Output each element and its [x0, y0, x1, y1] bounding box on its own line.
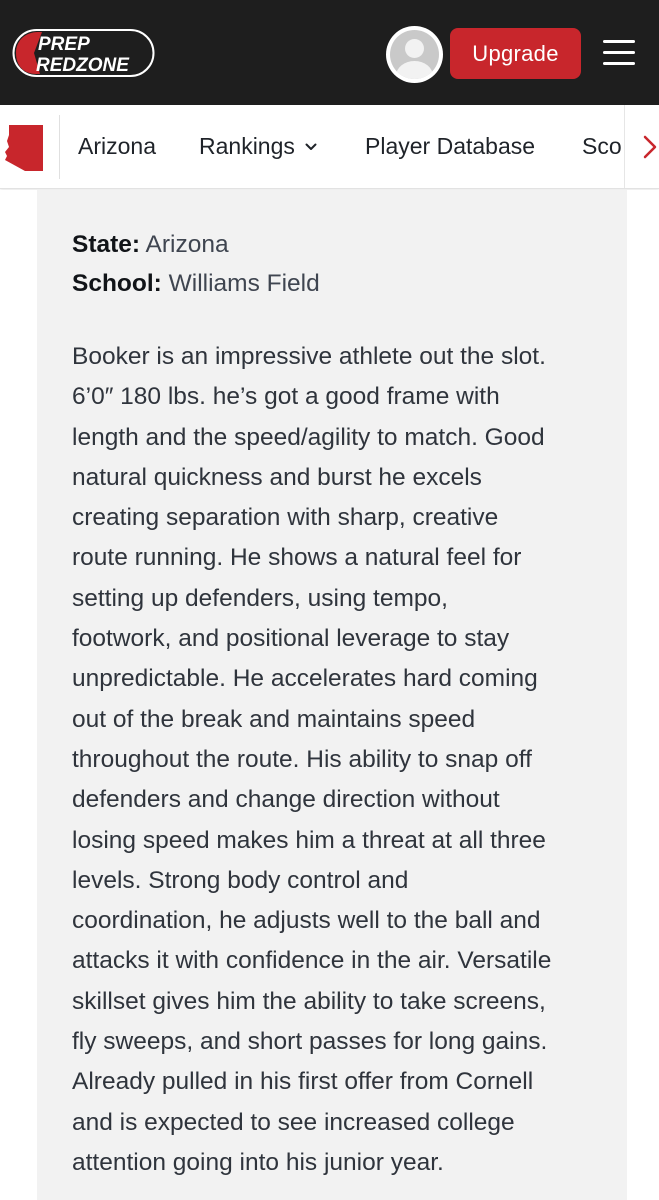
bio-line: out of the break and maintains speed [72, 705, 476, 733]
upgrade-button[interactable]: Upgrade [450, 28, 581, 79]
chevron-right-icon[interactable] [643, 135, 657, 159]
bio-line: fly sweeps, and short passes for long ga… [72, 1028, 548, 1056]
bio-line: losing speed makes him a threat at all t… [72, 826, 546, 854]
nav-item-rankings[interactable]: Rankings [199, 105, 317, 188]
bio-line: setting up defenders, using tempo, [72, 584, 448, 612]
bio-line: attacks it with confidence in the air. V… [72, 947, 552, 975]
nav-divider [59, 115, 60, 179]
bio-line: natural quickness and burst he excels [72, 463, 482, 491]
arizona-state-icon[interactable] [3, 123, 45, 173]
school-row: School: Williams Field [72, 270, 320, 298]
bio-line: length and the speed/agility to match. G… [72, 423, 545, 451]
bio-line: unpredictable. He accelerates hard comin… [72, 665, 538, 693]
chevron-down-icon [305, 143, 317, 150]
bio-line: defenders and change direction without [72, 786, 500, 814]
bio-line: attention going into his junior year. [72, 1148, 444, 1176]
logo-text-redzone: REDZONE [36, 55, 130, 76]
bio-line: coordination, he adjusts well to the bal… [72, 907, 541, 935]
bio-line: levels. Strong body control and [72, 866, 409, 894]
top-header: PREP REDZONE Upgrade [0, 0, 659, 105]
school-value: Williams Field [168, 270, 320, 297]
bio-line: footwork, and positional leverage to sta… [72, 625, 510, 653]
nav-item-rankings-label: Rankings [199, 133, 295, 159]
state-value: Arizona [145, 231, 229, 258]
bio-line: throughout the route. His ability to sna… [72, 745, 532, 773]
state-row: State: Arizona [72, 231, 229, 259]
nav-item-player-database[interactable]: Player Database [365, 105, 535, 188]
logo-text-prep: PREP [38, 34, 90, 55]
bio-line: 6’0″ 180 lbs. he’s got a good frame with [72, 383, 500, 411]
nav-item-scouting[interactable]: Sco [582, 105, 622, 188]
bio-line: Already pulled in his first offer from C… [72, 1068, 534, 1096]
bio-line: route running. He shows a natural feel f… [72, 544, 522, 572]
user-avatar-icon[interactable] [386, 26, 443, 83]
bio-line: skillset gives him the ability to take s… [72, 987, 546, 1015]
state-label: State: [72, 231, 141, 258]
bio-line: creating separation with sharp, creative [72, 504, 499, 532]
school-label: School: [72, 270, 162, 297]
state-nav-bar: Arizona Rankings Player Database Sco [0, 105, 659, 189]
player-bio: Booker is an impressive athlete out the … [72, 337, 602, 1183]
hamburger-menu-icon[interactable] [603, 40, 635, 66]
nav-item-arizona[interactable]: Arizona [78, 105, 156, 188]
bio-line: Booker is an impressive athlete out the … [72, 343, 546, 370]
bio-line: and is expected to see increased college [72, 1108, 515, 1136]
prep-redzone-logo[interactable]: PREP REDZONE [12, 28, 156, 78]
